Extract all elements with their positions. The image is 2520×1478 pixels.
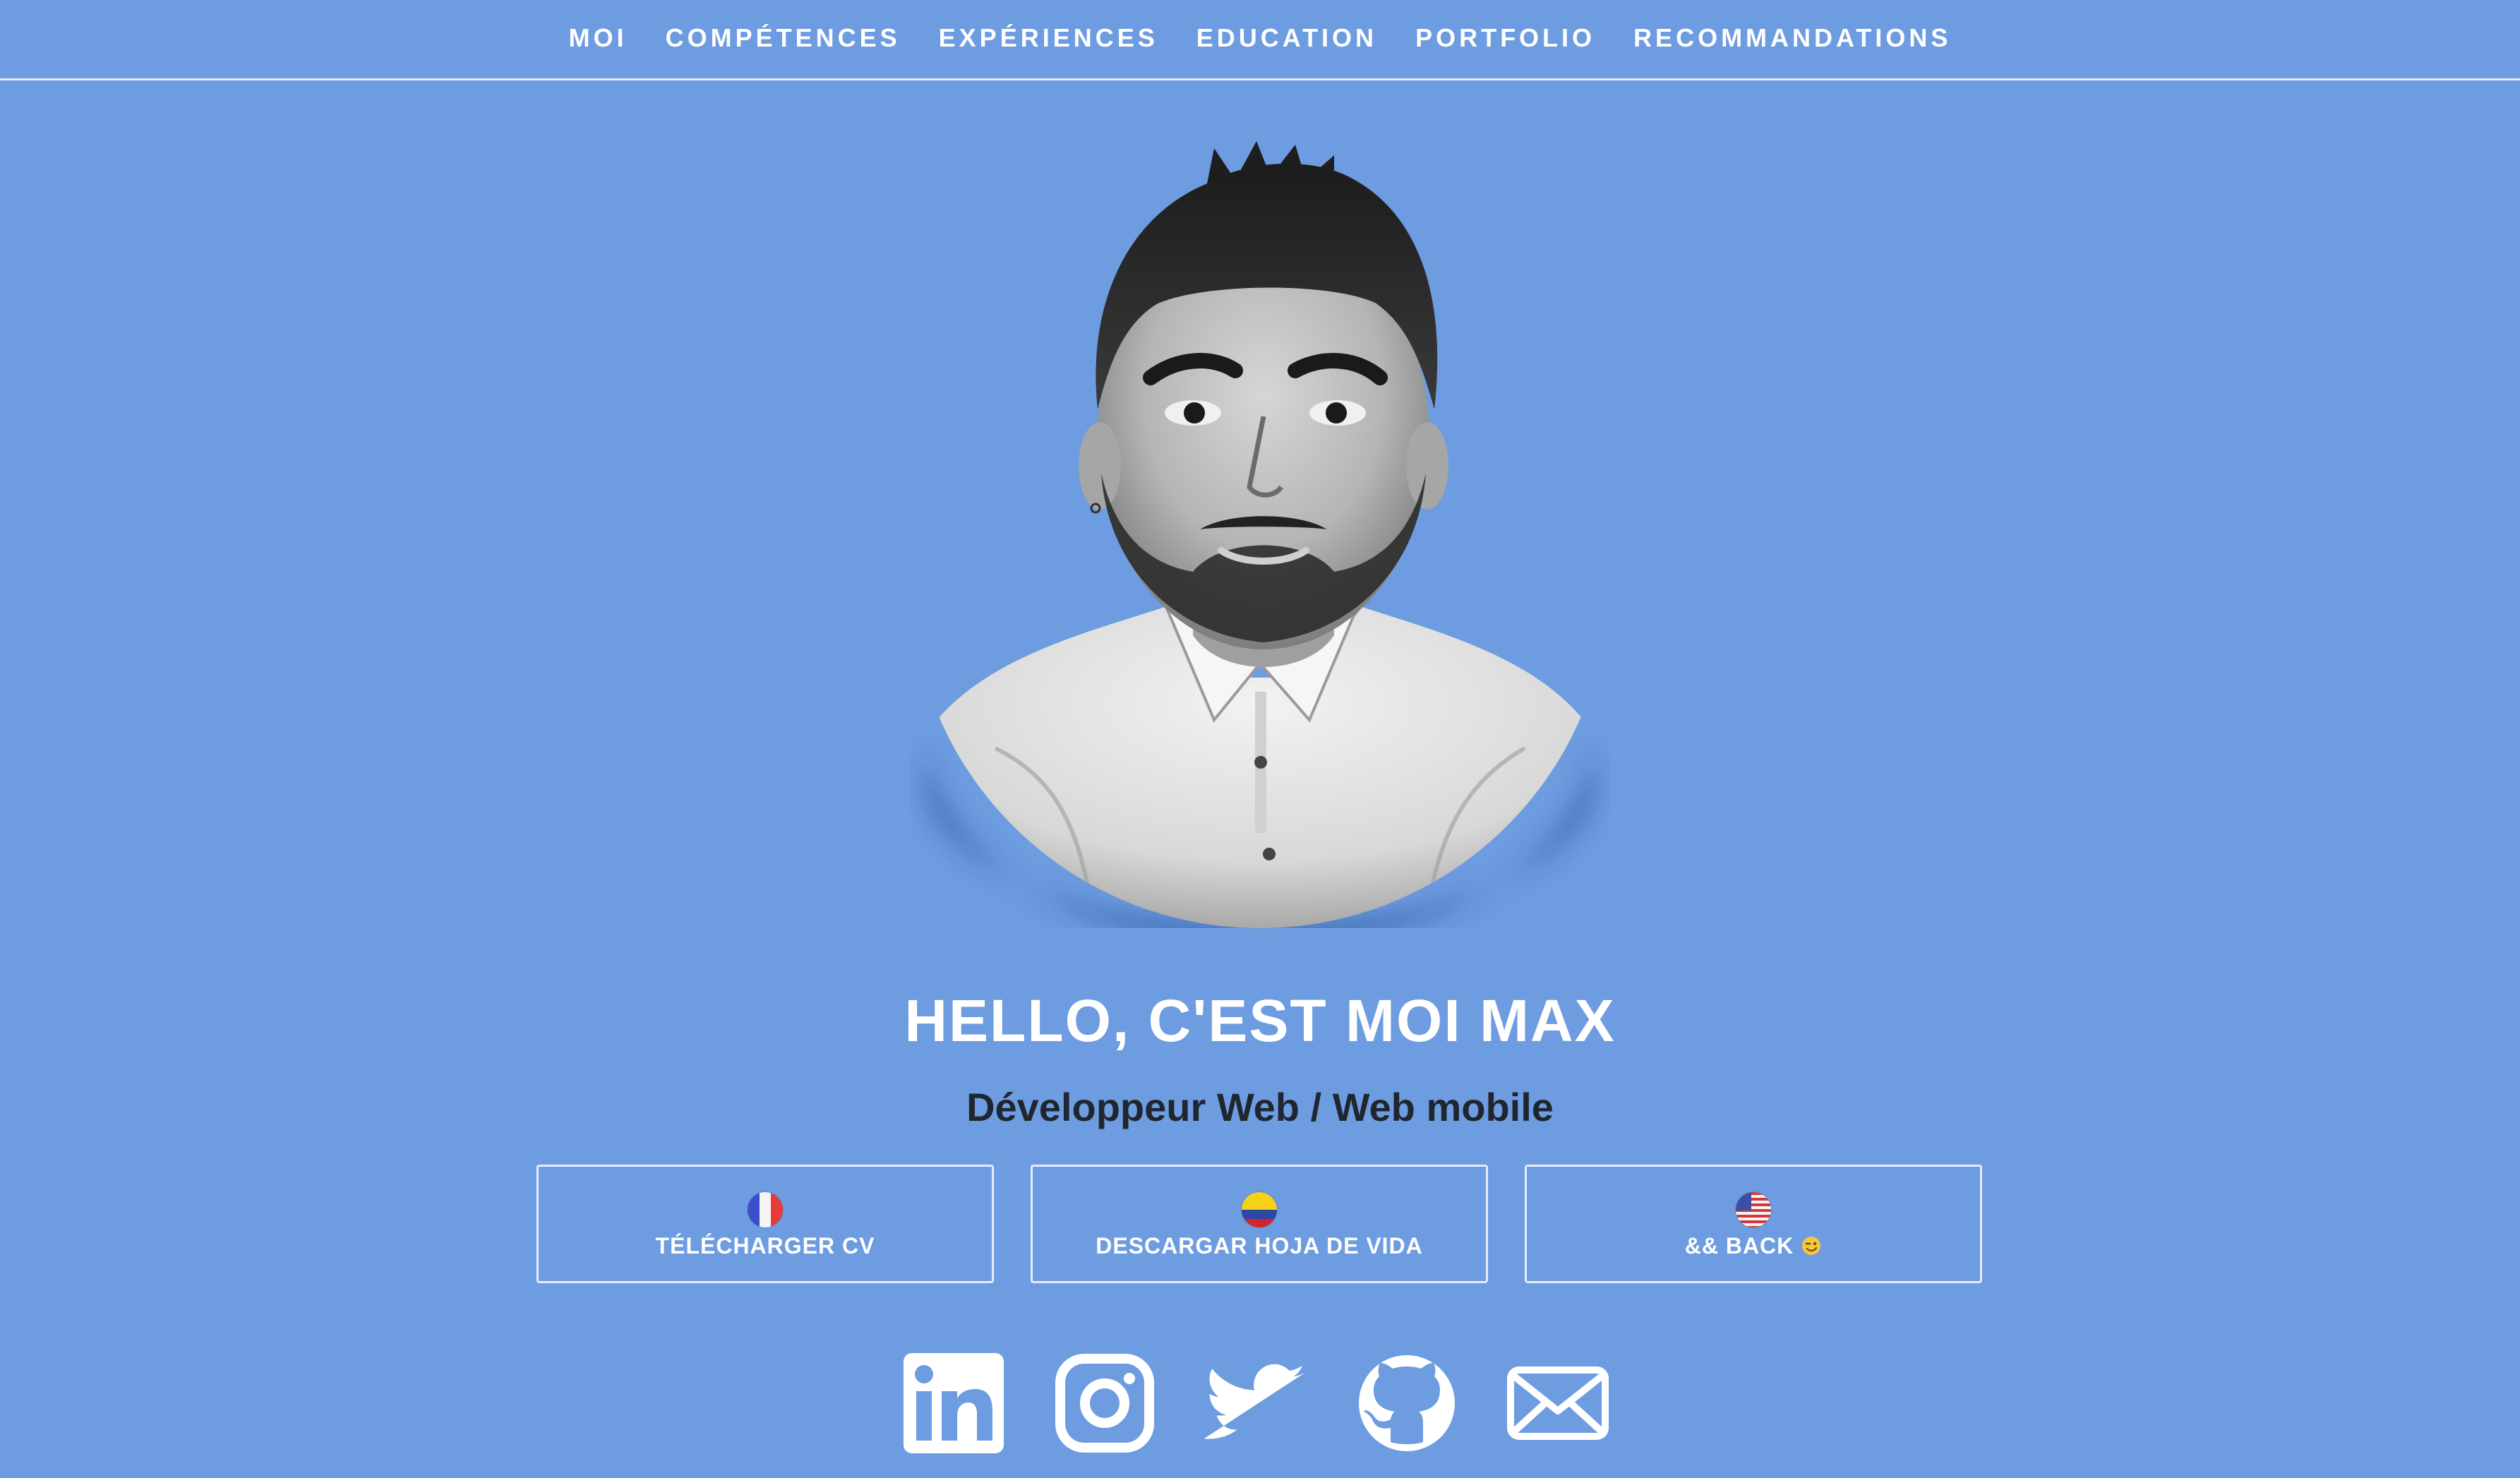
profile-photo: [911, 141, 1609, 928]
hero-subtitle: Développeur Web / Web mobile: [966, 1085, 1554, 1129]
download-cv-spanish-button[interactable]: DESCARGAR HOJA DE VIDA: [1031, 1165, 1488, 1283]
nav-item-recommandations[interactable]: RECOMMANDATIONS: [1633, 23, 1951, 53]
hero-title: HELLO, C'EST MOI MAX: [904, 987, 1616, 1054]
download-cv-english-label: && BACK: [1684, 1232, 1794, 1258]
top-navigation: MOI COMPÉTENCES EXPÉRIENCES EDUCATION PO…: [0, 0, 2520, 80]
instagram-icon[interactable]: [1053, 1352, 1156, 1455]
download-cv-french-button[interactable]: TÉLÉCHARGER CV: [536, 1165, 994, 1283]
github-icon[interactable]: [1355, 1352, 1458, 1455]
colombia-flag-icon: [1242, 1191, 1277, 1227]
download-cv-english-button[interactable]: && BACK: [1525, 1165, 1982, 1283]
nav-item-competences[interactable]: COMPÉTENCES: [666, 23, 901, 53]
email-icon[interactable]: [1506, 1352, 1609, 1455]
nav-item-portfolio[interactable]: PORTFOLIO: [1415, 23, 1595, 53]
usa-flag-icon: [1736, 1191, 1771, 1227]
cv-download-buttons: TÉLÉCHARGER CV DESCARGAR HOJA DE VIDA &&…: [536, 1165, 1984, 1286]
wink-emoji-icon: [1801, 1235, 1822, 1256]
social-links: [902, 1352, 1618, 1456]
download-cv-french-label: TÉLÉCHARGER CV: [655, 1232, 875, 1258]
linkedin-icon[interactable]: [902, 1352, 1005, 1455]
twitter-icon[interactable]: [1204, 1352, 1307, 1455]
nav-item-experiences[interactable]: EXPÉRIENCES: [939, 23, 1158, 53]
nav-item-moi[interactable]: MOI: [569, 23, 628, 53]
nav-item-education[interactable]: EDUCATION: [1196, 23, 1377, 53]
download-cv-spanish-label: DESCARGAR HOJA DE VIDA: [1096, 1232, 1423, 1258]
france-flag-icon: [748, 1191, 783, 1227]
